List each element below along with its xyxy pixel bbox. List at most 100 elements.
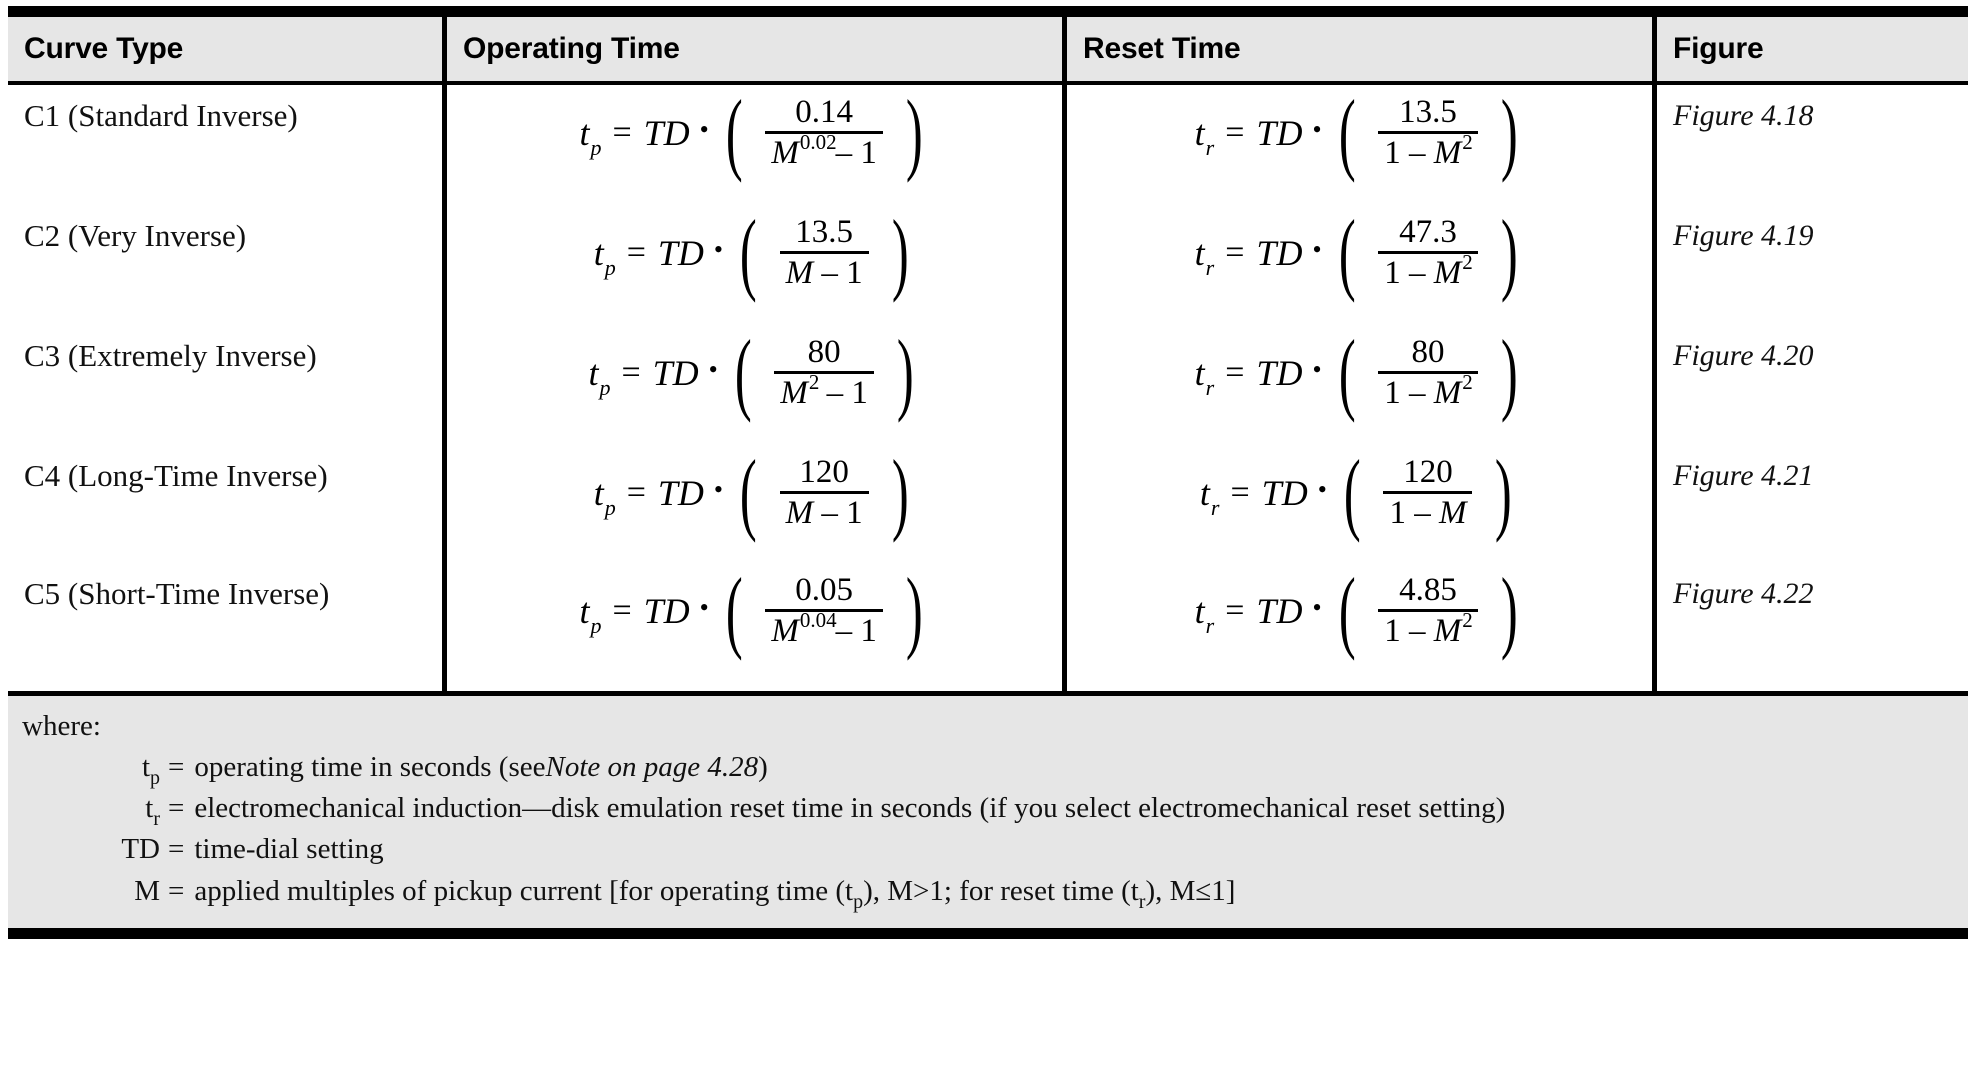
equation-variable: tr <box>1194 352 1215 400</box>
reset-time-equation: tr = TD • ( 4.85 1 – M2 ) <box>1067 559 1652 662</box>
multiply-dot-icon: • <box>708 354 718 384</box>
paren-close: ) <box>905 559 923 662</box>
cell-reset-time: tr = TD • ( 13.5 1 – M2 ) <box>1062 85 1652 205</box>
equals-sign: = <box>1225 591 1245 629</box>
footnote-text-end: ), M≤1] <box>1145 874 1236 907</box>
denominator: M – 1 <box>785 254 863 291</box>
cell-figure: Figure 4.19 <box>1652 205 1968 325</box>
time-dial-term: TD <box>1261 472 1308 513</box>
cell-operating-time: tp = TD • ( 80 M2 – 1 ) <box>442 325 1062 445</box>
multiply-dot-icon: • <box>713 234 724 264</box>
cell-figure: Figure 4.22 <box>1652 563 1968 691</box>
footnote-symbol: TD <box>121 833 160 866</box>
column-header-curve-type-label: Curve Type <box>24 32 184 65</box>
column-header-figure-label: Figure <box>1673 32 1764 65</box>
column-header-operating-time-label: Operating Time <box>463 32 680 65</box>
time-dial-term: TD <box>652 352 699 393</box>
equals-sign: = <box>612 591 632 629</box>
paren-close: ) <box>1500 321 1518 424</box>
footnote-sub-p: p <box>853 890 864 913</box>
numerator: 0.05 <box>795 572 854 608</box>
cell-curve-type: C1 (Standard Inverse) <box>8 85 442 205</box>
cell-operating-time: tp = TD • ( 120 M – 1 ) <box>442 445 1062 563</box>
time-dial-term: TD <box>1256 232 1303 273</box>
multiply-dot-icon: • <box>699 114 709 144</box>
time-dial-term: TD <box>1256 112 1303 153</box>
paren-open: ( <box>1338 201 1356 304</box>
table-body: C1 (Standard Inverse) tp = TD • ( 0.14 M… <box>8 85 1968 691</box>
footnote-text: electromechanical induction—disk emulati… <box>194 792 1506 825</box>
fraction: 80 1 – M2 <box>1374 335 1482 410</box>
footnote-equals: = <box>168 833 185 866</box>
multiply-dot-icon: • <box>1312 234 1322 264</box>
numerator: 120 <box>1403 454 1453 490</box>
cell-operating-time: tp = TD • ( 13.5 M – 1 ) <box>442 205 1062 325</box>
numerator: 13.5 <box>795 214 854 250</box>
equation-variable: tr <box>1194 232 1215 280</box>
fraction: 120 1 – M <box>1379 455 1476 530</box>
paren-close: ) <box>896 321 914 424</box>
curve-type-label: C3 (Extremely Inverse) <box>24 338 317 373</box>
column-header-operating-time: Operating Time <box>442 17 1062 81</box>
footnote-text-after: ) <box>758 751 768 783</box>
figure-reference: Figure 4.18 <box>1673 99 1814 132</box>
figure-reference: Figure 4.22 <box>1673 577 1814 610</box>
operating-time-equation: tp = TD • ( 13.5 M – 1 ) <box>447 201 1062 304</box>
numerator: 80 <box>807 334 841 370</box>
denominator: 1 – M <box>1389 494 1467 531</box>
multiply-dot-icon: • <box>699 592 709 622</box>
fraction: 80 M2 – 1 <box>770 335 878 410</box>
time-dial-term: TD <box>643 112 690 153</box>
equation-variable: tr <box>1194 590 1215 638</box>
footnote-where-label: where: <box>22 710 101 742</box>
fraction: 0.14 M0.02– 1 <box>761 95 887 170</box>
paren-close: ) <box>891 441 909 544</box>
table-row: C1 (Standard Inverse) tp = TD • ( 0.14 M… <box>8 85 1968 205</box>
time-dial-term: TD <box>657 472 704 513</box>
curve-equations-table: Curve Type Operating Time Reset Time Fig… <box>8 6 1968 939</box>
paren-open: ( <box>1338 81 1356 184</box>
footnote-equals: = <box>168 874 185 907</box>
paren-open: ( <box>739 441 757 544</box>
column-header-curve-type: Curve Type <box>8 17 442 81</box>
equation-variable: tr <box>1194 112 1215 160</box>
paren-open: ( <box>725 81 743 184</box>
figure-reference: Figure 4.19 <box>1673 219 1814 252</box>
footnote-text: time-dial setting <box>194 833 384 866</box>
cell-reset-time: tr = TD • ( 4.85 1 – M2 ) <box>1062 563 1652 691</box>
table-bottom-rule <box>8 927 1968 939</box>
numerator: 13.5 <box>1399 94 1457 130</box>
footnote-sub-r: r <box>1138 890 1146 913</box>
numerator: 120 <box>799 454 849 490</box>
paren-close: ) <box>1500 81 1518 184</box>
column-header-figure: Figure <box>1652 17 1968 81</box>
footnote-symbol: tr <box>145 792 160 831</box>
multiply-dot-icon: • <box>1312 354 1322 384</box>
paren-open: ( <box>1338 559 1356 662</box>
footnote-definition-td: TD = time-dial setting <box>8 829 1968 870</box>
footnote-equals: = <box>168 751 185 783</box>
curve-type-label: C5 (Short-Time Inverse) <box>24 576 330 611</box>
paren-close: ) <box>1500 201 1518 304</box>
time-dial-term: TD <box>1256 590 1303 631</box>
paren-open: ( <box>739 201 757 304</box>
reset-time-equation: tr = TD • ( 47.3 1 – M2 ) <box>1067 201 1652 304</box>
operating-time-equation: tp = TD • ( 0.05 M0.04– 1 ) <box>447 559 1062 662</box>
cell-reset-time: tr = TD • ( 47.3 1 – M2 ) <box>1062 205 1652 325</box>
table-top-rule <box>8 6 1968 17</box>
table-row: C3 (Extremely Inverse) tp = TD • ( 80 M2… <box>8 325 1968 445</box>
multiply-dot-icon: • <box>713 474 724 504</box>
operating-time-equation: tp = TD • ( 120 M – 1 ) <box>447 441 1062 544</box>
equals-sign: = <box>626 233 646 271</box>
equation-variable: tp <box>593 232 616 280</box>
curve-type-label: C2 (Very Inverse) <box>24 218 247 253</box>
equals-sign: = <box>1225 113 1245 151</box>
footnote-symbol: M <box>134 874 160 907</box>
time-dial-term: TD <box>657 232 704 273</box>
operating-time-equation: tp = TD • ( 0.14 M0.02– 1 ) <box>447 81 1062 184</box>
table-row: C5 (Short-Time Inverse) tp = TD • ( 0.05 <box>8 563 1968 691</box>
denominator: M – 1 <box>785 494 863 531</box>
multiply-dot-icon: • <box>1317 474 1327 504</box>
fraction: 0.05 M0.04– 1 <box>761 573 887 648</box>
reset-time-equation: tr = TD • ( 80 1 – M2 ) <box>1067 321 1652 424</box>
